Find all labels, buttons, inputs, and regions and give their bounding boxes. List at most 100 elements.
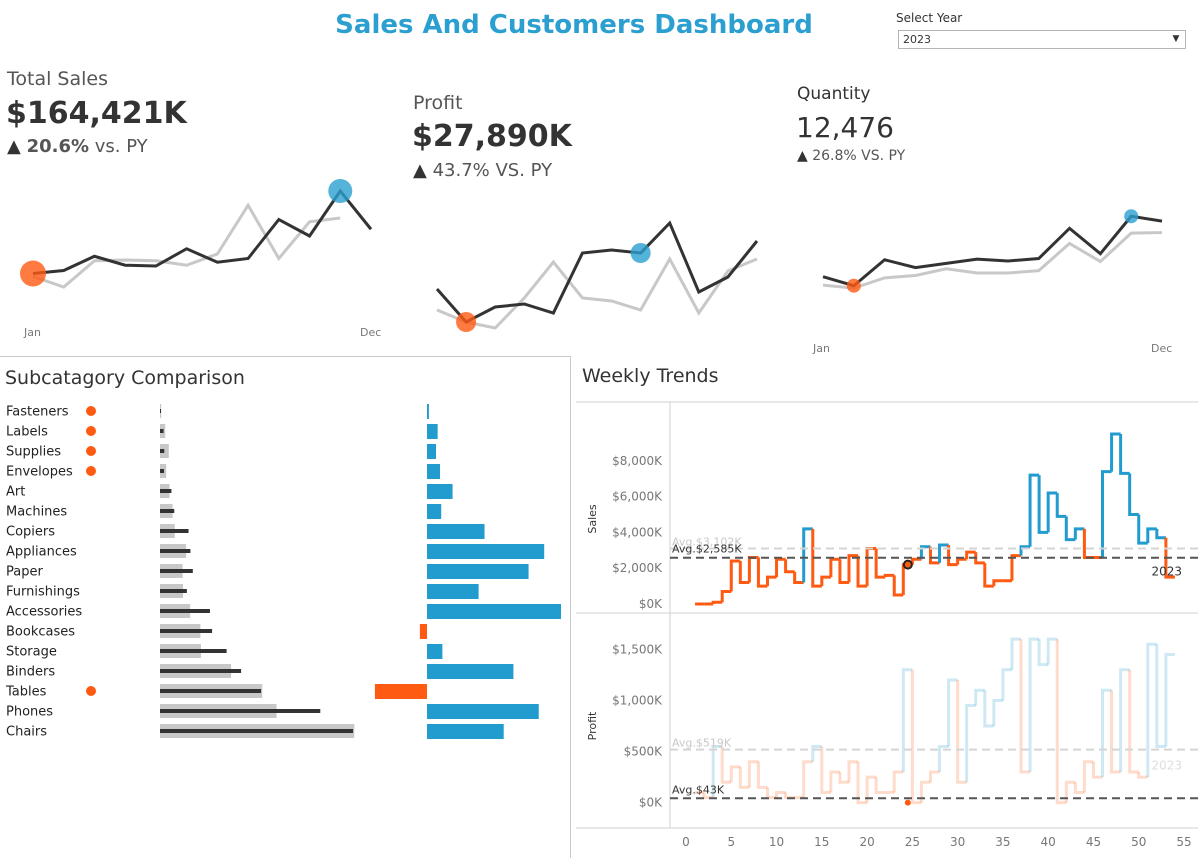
y-tick-label: $1,000K — [612, 693, 663, 707]
weekly-step — [756, 761, 768, 789]
weekly-step — [956, 557, 967, 565]
current-sales-bar — [160, 689, 262, 693]
x-tick-label: 10 — [769, 835, 784, 849]
profit-bar — [427, 584, 479, 599]
profit-bar — [427, 644, 443, 659]
prior-year-line — [436, 255, 758, 330]
prior-year-line — [32, 202, 341, 289]
year-filter-label: Select Year — [896, 11, 963, 25]
quantity-sparkline — [822, 209, 1163, 293]
x-tick-label: 0 — [682, 835, 690, 849]
subcategory-label: Art — [6, 485, 25, 500]
current-sales-bar — [160, 569, 193, 573]
year-select[interactable]: 2023 ▼ — [898, 30, 1186, 49]
weekly-step — [992, 579, 1003, 587]
weekly-step — [874, 777, 886, 794]
negative-flag-dot — [86, 406, 96, 416]
kpi-change-suffix: VS. PY — [489, 160, 553, 181]
y-tick-label: $0K — [639, 597, 663, 611]
current-sales-bar — [160, 649, 227, 653]
negative-flag-dot — [86, 446, 96, 456]
profit-bar — [427, 604, 561, 619]
profit-bar — [427, 664, 514, 679]
weekly-step — [820, 575, 831, 587]
subcategory-label: Machines — [6, 505, 67, 520]
x-tick-label: 25 — [905, 835, 920, 849]
highlight-week-marker — [902, 559, 913, 570]
x-tick-label: 50 — [1131, 835, 1146, 849]
max-month-dot — [1124, 209, 1139, 224]
x-tick-label: 15 — [814, 835, 829, 849]
subcategory-label: Binders — [6, 665, 55, 680]
weekly-step — [720, 589, 732, 603]
subcategory-label: Furnishings — [6, 585, 80, 600]
min-month-dot — [20, 260, 46, 287]
current-sales-bar — [160, 449, 165, 453]
kpi-title: Quantity — [797, 84, 871, 104]
weekly-step — [874, 548, 886, 579]
y-tick-label: $1,500K — [612, 642, 663, 656]
y-axis-title: Profit — [586, 711, 599, 740]
subcategory-label: Phones — [6, 705, 53, 720]
kpi-change-suffix: vs. PY — [89, 136, 148, 157]
chevron-down-icon[interactable]: ▼ — [1169, 31, 1183, 48]
weekly-title: Weekly Trends — [582, 365, 719, 387]
weekly-step — [892, 770, 904, 793]
weekly-step — [965, 704, 976, 783]
x-tick-label: 30 — [950, 835, 965, 849]
subcategory-label: Chairs — [6, 725, 47, 740]
current-sales-bar — [160, 509, 175, 513]
current-sales-bar — [160, 469, 165, 473]
negative-flag-dot — [86, 466, 96, 476]
kpi-title: Total Sales — [7, 68, 108, 90]
weekly-step — [910, 557, 922, 565]
weekly-step — [1128, 473, 1139, 517]
weekly-trends-chart: $0K $2,000K $4,000K $6,000K $8,000K Sales Avg.… — [576, 401, 1198, 849]
kpi-change: ▲ 20.6% vs. PY — [7, 136, 148, 157]
weekly-step — [784, 792, 795, 800]
weekly-step — [1055, 493, 1067, 518]
axis-start-label: Jan — [813, 342, 830, 355]
kpi-change-value: 20.6% — [26, 136, 90, 157]
profit-sparkline — [435, 220, 759, 332]
current-year-line — [435, 220, 759, 324]
weekly-step — [784, 559, 795, 574]
current-sales-bar — [160, 409, 161, 413]
dashboard-title: Sales And Customers Dashboard — [335, 10, 813, 40]
min-month-dot — [456, 312, 477, 332]
current-sales-bar — [160, 609, 210, 613]
profit-bar — [427, 404, 429, 419]
weekly-step — [1001, 668, 1012, 701]
subcategory-label: Paper — [6, 565, 43, 580]
weekly-step — [1010, 554, 1022, 581]
profit-bar — [419, 624, 427, 639]
x-tick-label: 5 — [727, 835, 735, 849]
profit-bar — [427, 544, 545, 559]
y-tick-label: $6,000K — [612, 490, 663, 504]
weekly-step — [992, 698, 1003, 726]
weekly-step — [765, 575, 777, 587]
highlight-week-marker — [904, 799, 911, 806]
year-end-label: 2023 — [1151, 565, 1182, 579]
max-month-dot — [630, 243, 651, 263]
subcategory-label: Fasteners — [6, 405, 69, 420]
y-tick-label: $2,000K — [612, 561, 663, 575]
current-sales-bar — [160, 629, 213, 633]
y-tick-label: $0K — [639, 796, 663, 810]
current-sales-bar — [160, 589, 187, 593]
negative-flag-dot — [86, 686, 96, 696]
current-sales-bar — [160, 729, 354, 733]
kpi-title: Profit — [413, 92, 463, 114]
kpi-value: $27,890K — [412, 119, 572, 154]
subcategory-label: Tables — [5, 685, 47, 700]
subcategory-label: Bookcases — [6, 625, 75, 640]
y-tick-label: $8,000K — [612, 454, 663, 468]
weekly-step — [1128, 669, 1139, 774]
negative-flag-dot — [86, 426, 96, 436]
min-month-dot — [846, 278, 861, 293]
profit-bar — [374, 684, 427, 699]
weekly-step — [928, 770, 940, 783]
current-sales-bar — [160, 429, 164, 433]
current-sales-bar — [160, 489, 172, 493]
profit-bar — [427, 524, 485, 539]
